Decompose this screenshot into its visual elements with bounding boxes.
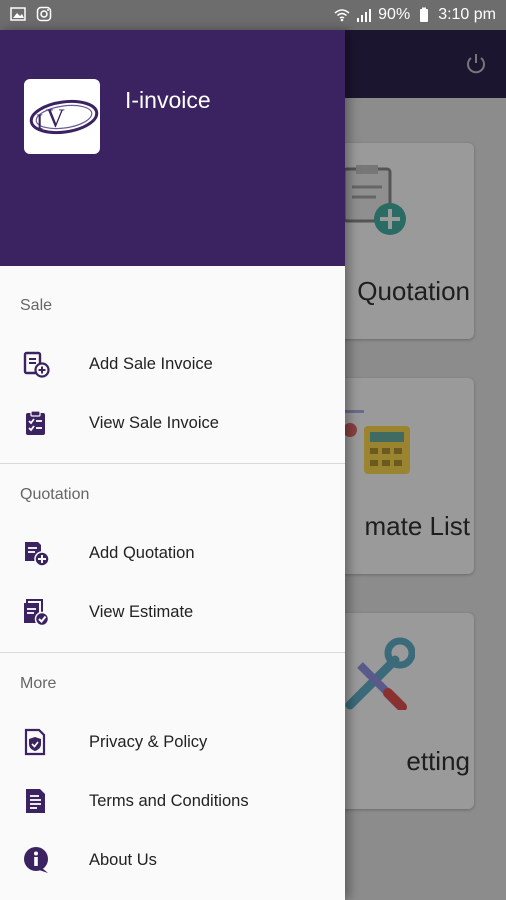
document-check-icon (24, 599, 50, 626)
info-icon (24, 847, 48, 873)
menu-item-label: View Sale Invoice (89, 413, 219, 432)
drawer-header: I V I-invoice (0, 30, 345, 266)
menu-item-label: About Us (89, 850, 157, 869)
power-icon[interactable] (464, 52, 488, 76)
document-lines-icon (26, 789, 45, 813)
menu-item-privacy-policy[interactable]: Privacy & Policy (0, 715, 345, 769)
instagram-icon (36, 6, 52, 22)
battery-percent: 90% (378, 6, 411, 23)
wifi-icon (334, 9, 350, 22)
app-title: I-invoice (125, 87, 211, 113)
menu-item-add-quotation[interactable]: Add Quotation (0, 526, 345, 580)
calculator-icon (343, 410, 410, 474)
section-title-more: More (20, 675, 57, 692)
menu-item-view-estimate[interactable]: View Estimate (0, 585, 345, 639)
menu-item-about-us[interactable]: About Us (0, 833, 345, 887)
signal-icon (357, 9, 372, 22)
menu-item-label: Add Sale Invoice (89, 354, 213, 373)
tools-icon (345, 637, 415, 710)
navigation-drawer: I V I-invoice Sale Add Sale Invoice View… (0, 30, 345, 900)
add-invoice-icon (23, 351, 50, 378)
status-bar: 90% 3:10 pm (0, 0, 506, 30)
menu-item-label: Privacy & Policy (89, 732, 208, 751)
menu-item-label: Terms and Conditions (89, 791, 249, 810)
add-document-icon (25, 542, 50, 567)
menu-item-view-sale-invoice[interactable]: View Sale Invoice (0, 396, 345, 450)
battery-icon (420, 7, 429, 22)
divider (0, 652, 345, 653)
divider (0, 463, 345, 464)
clipboard-plus-icon (342, 165, 406, 235)
svg-text:V: V (46, 104, 65, 133)
clock: 3:10 pm (438, 6, 496, 23)
svg-text:I: I (36, 109, 43, 134)
app-logo: I V (24, 79, 100, 154)
menu-item-label: View Estimate (89, 602, 194, 621)
section-title-quotation: Quotation (20, 486, 90, 503)
menu-item-add-sale-invoice[interactable]: Add Sale Invoice (0, 337, 345, 391)
menu-item-label: Add Quotation (89, 543, 195, 562)
section-title-sale: Sale (20, 297, 53, 314)
clipboard-checklist-icon (26, 410, 45, 435)
image-icon (10, 7, 26, 21)
shield-document-icon (24, 728, 46, 756)
menu-item-terms-and-conditions[interactable]: Terms and Conditions (0, 774, 345, 828)
